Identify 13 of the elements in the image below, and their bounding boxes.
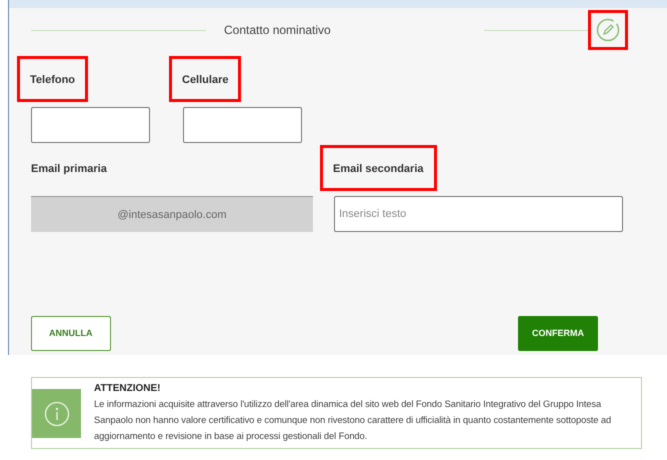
input-field[interactable] (31, 107, 150, 143)
input-field[interactable]: Inserisci testo (334, 196, 623, 232)
section-title: Contatto nominativo (223, 22, 332, 39)
notice-text: Le informazioni acquisite attraverso l'utilizzo dell'area dinamica del sito web del Fondo Sanitario Integrativo del Gruppo Intesa Sanpaolo non hanno valore certificativo e comunque non rivestono carattere di ufficialità in quanto costantemente sottoposte ad aggiornamento e revisione in base ai processi gestionali del Fondo. (94, 397, 612, 443)
field-label: Telefono (30, 74, 76, 86)
cancel-button[interactable]: ANNULLA (31, 316, 110, 351)
notice-title: ATTENZIONE! (94, 382, 162, 396)
field-label: Email primaria (31, 163, 107, 175)
input-field[interactable] (183, 107, 302, 143)
confirm-button[interactable]: CONFERMA (518, 316, 598, 351)
field-label: Cellulare (182, 74, 228, 86)
field-label: Email secondaria (333, 163, 424, 175)
info-icon (44, 400, 70, 426)
